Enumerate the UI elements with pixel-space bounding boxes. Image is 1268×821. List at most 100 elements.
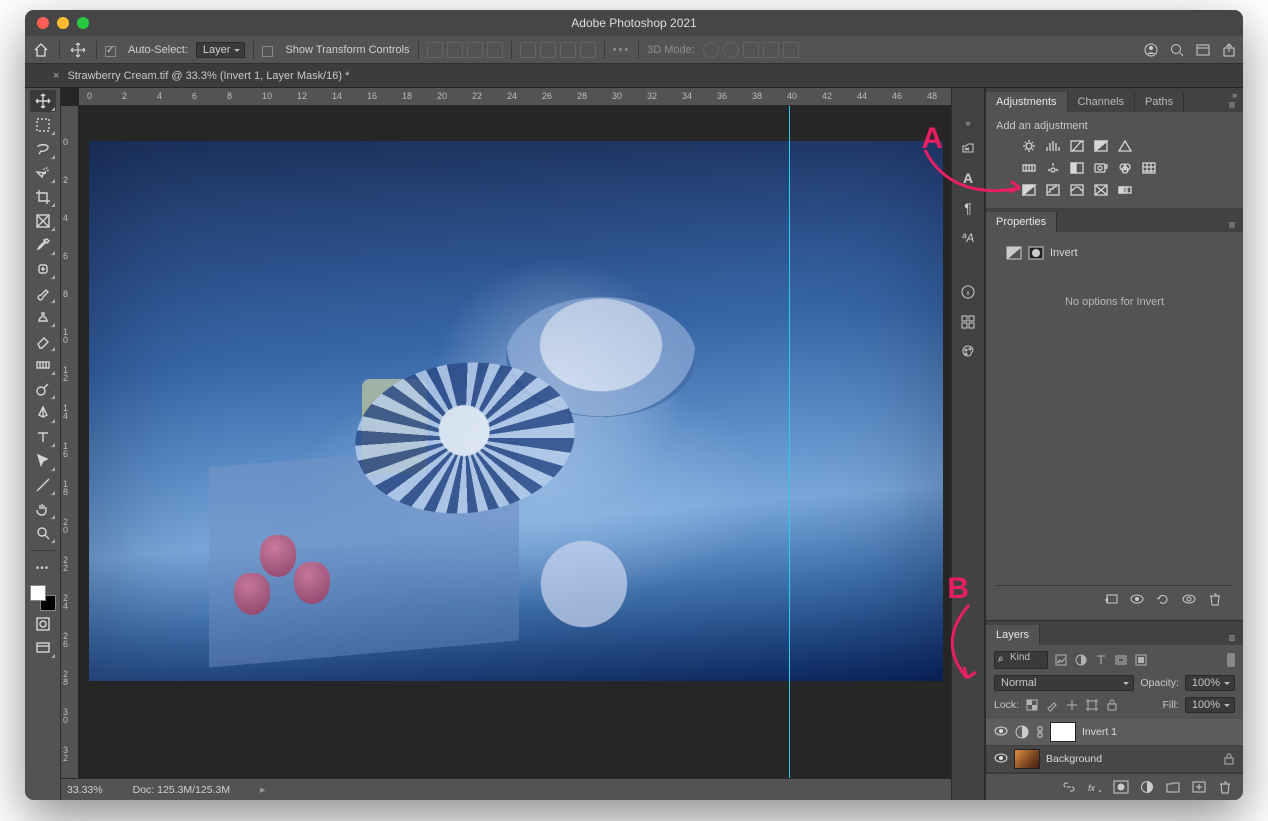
home-button[interactable] — [31, 40, 51, 60]
adj-posterize-icon[interactable] — [1044, 182, 1062, 198]
hand-tool[interactable] — [30, 498, 56, 520]
adj-color-lookup-icon[interactable] — [1140, 160, 1158, 176]
adj-invert-icon[interactable] — [1020, 182, 1038, 198]
swatches-panel-icon[interactable] — [958, 312, 978, 332]
share-icon[interactable] — [1221, 42, 1237, 58]
tab-paths[interactable]: Paths — [1135, 92, 1184, 112]
adj-selective-color-icon[interactable] — [1092, 182, 1110, 198]
layer-visibility-toggle[interactable] — [994, 726, 1008, 739]
adj-vibrance-icon[interactable] — [1116, 138, 1134, 154]
marquee-tool[interactable] — [30, 114, 56, 136]
brush-tool[interactable] — [30, 282, 56, 304]
lock-artboard-icon[interactable] — [1085, 698, 1099, 712]
filter-toggle-switch[interactable] — [1227, 653, 1235, 667]
filter-smart-icon[interactable] — [1134, 653, 1148, 667]
cloud-docs-icon[interactable] — [1143, 42, 1159, 58]
adj-channel-mixer-icon[interactable] — [1116, 160, 1134, 176]
adj-levels-icon[interactable] — [1044, 138, 1062, 154]
filter-shape-icon[interactable] — [1114, 653, 1128, 667]
zoom-level[interactable]: 33.33% — [67, 784, 103, 796]
clone-stamp-tool[interactable] — [30, 306, 56, 328]
lasso-tool[interactable] — [30, 138, 56, 160]
align-stretch-icon[interactable] — [487, 42, 503, 58]
screen-mode-icon[interactable] — [30, 637, 56, 659]
tab-properties[interactable]: Properties — [986, 212, 1057, 232]
guide-vertical[interactable] — [789, 106, 790, 778]
toggle-visibility-icon[interactable] — [1129, 592, 1145, 606]
eraser-tool[interactable] — [30, 330, 56, 352]
layer-visibility-toggle[interactable] — [994, 753, 1008, 766]
expand-strip-icon[interactable]: » — [965, 118, 970, 128]
filter-adjustment-icon[interactable] — [1074, 653, 1088, 667]
history-panel-icon[interactable] — [958, 138, 978, 158]
adj-bw-icon[interactable] — [1068, 160, 1086, 176]
filter-pixel-icon[interactable] — [1054, 653, 1068, 667]
delete-adjustment-icon[interactable] — [1207, 592, 1223, 606]
3d-scale-icon[interactable] — [783, 42, 799, 58]
healing-brush-tool[interactable] — [30, 258, 56, 280]
collapse-panels-icon[interactable]: » — [1232, 90, 1237, 100]
auto-select-checkbox[interactable] — [105, 46, 116, 57]
more-options-icon[interactable]: ••• — [613, 44, 631, 56]
new-adjustment-layer-icon[interactable] — [1139, 780, 1155, 794]
foreground-color[interactable] — [30, 585, 46, 601]
quick-select-tool[interactable] — [30, 162, 56, 184]
adjustments-panel-menu-icon[interactable]: ≡ — [1228, 98, 1237, 112]
3d-roll-icon[interactable] — [723, 42, 739, 58]
adj-brightness-icon[interactable] — [1020, 138, 1038, 154]
lock-all-icon[interactable] — [1105, 698, 1119, 712]
line-tool[interactable] — [30, 474, 56, 496]
tab-channels[interactable]: Channels — [1068, 92, 1135, 112]
tab-adjustments[interactable]: Adjustments — [986, 92, 1068, 112]
layer-thumb[interactable] — [1014, 749, 1040, 769]
layer-filter-input[interactable]: ⌕Kind — [994, 651, 1048, 669]
adj-exposure-icon[interactable] — [1092, 138, 1110, 154]
show-transform-checkbox[interactable] — [262, 46, 273, 57]
layer-name[interactable]: Background — [1046, 753, 1102, 765]
align-top-icon[interactable] — [520, 42, 536, 58]
clip-to-layer-icon[interactable] — [1103, 592, 1119, 606]
info-panel-icon[interactable] — [958, 282, 978, 302]
adj-photo-filter-icon[interactable] — [1092, 160, 1110, 176]
move-tool-icon[interactable] — [68, 40, 88, 60]
color-panel-icon[interactable] — [958, 342, 978, 362]
ruler-horizontal[interactable]: 0246810121416182022242628303234363840424… — [79, 88, 951, 106]
path-select-tool[interactable] — [30, 450, 56, 472]
adj-curves-icon[interactable] — [1068, 138, 1086, 154]
3d-orbit-icon[interactable] — [703, 42, 719, 58]
auto-select-dropdown[interactable]: Layer — [196, 42, 246, 58]
eyedropper-tool[interactable] — [30, 234, 56, 256]
document-tab-title[interactable]: Strawberry Cream.tif @ 33.3% (Invert 1, … — [67, 70, 349, 82]
distribute-icon[interactable] — [580, 42, 596, 58]
color-swatches[interactable] — [30, 585, 56, 611]
layer-fx-icon[interactable]: fx — [1087, 780, 1103, 794]
window-minimize-button[interactable] — [57, 17, 69, 29]
layer-mask-thumb[interactable] — [1050, 722, 1076, 742]
3d-pan-icon[interactable] — [743, 42, 759, 58]
reset-icon[interactable] — [1155, 592, 1171, 606]
layer-background[interactable]: Background — [986, 746, 1243, 773]
align-bottom-icon[interactable] — [560, 42, 576, 58]
quick-mask-icon[interactable] — [30, 613, 56, 635]
doc-info[interactable]: Doc: 125.3M/125.3M — [133, 784, 230, 796]
move-tool[interactable] — [30, 90, 56, 112]
dodge-tool[interactable] — [30, 378, 56, 400]
fill-input[interactable]: 100% — [1185, 697, 1235, 713]
window-close-button[interactable] — [37, 17, 49, 29]
blend-mode-dropdown[interactable]: Normal — [994, 675, 1134, 691]
lock-paint-icon[interactable] — [1045, 698, 1059, 712]
type-tool[interactable] — [30, 426, 56, 448]
new-group-icon[interactable] — [1165, 780, 1181, 794]
align-center-h-icon[interactable] — [447, 42, 463, 58]
character-panel-icon[interactable]: A — [958, 168, 978, 188]
align-left-icon[interactable] — [427, 42, 443, 58]
link-mask-icon[interactable] — [1036, 724, 1044, 740]
layers-panel-menu-icon[interactable]: ≡ — [1228, 631, 1237, 645]
frame-tool[interactable] — [30, 210, 56, 232]
opacity-input[interactable]: 100% — [1185, 675, 1235, 691]
adj-threshold-icon[interactable] — [1068, 182, 1086, 198]
glyphs-panel-icon[interactable]: ªA — [958, 228, 978, 248]
workspace-switcher-icon[interactable] — [1195, 42, 1211, 58]
adj-color-balance-icon[interactable] — [1044, 160, 1062, 176]
align-right-icon[interactable] — [467, 42, 483, 58]
